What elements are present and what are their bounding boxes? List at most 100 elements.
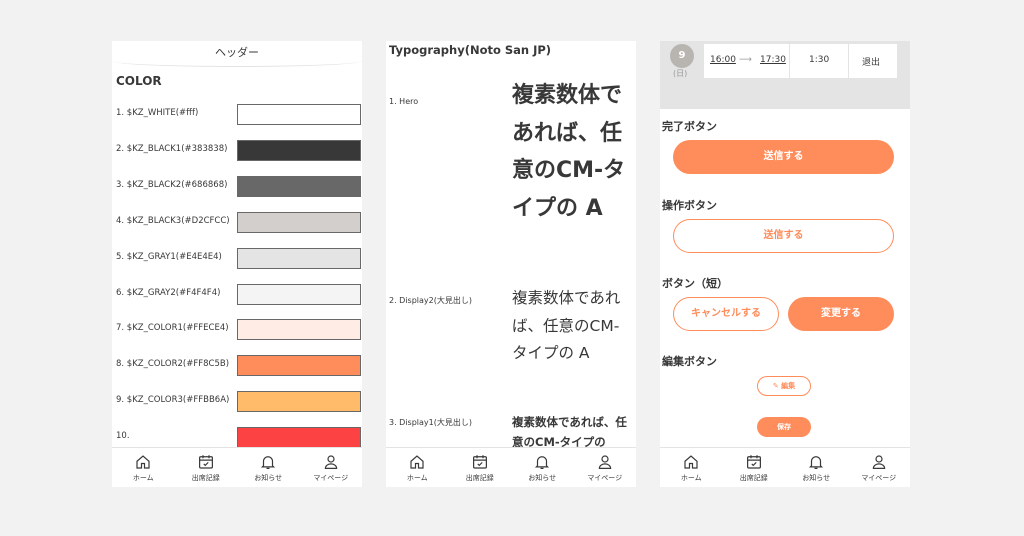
bottom-nav: ホーム 出席記録 お知らせ マイページ — [112, 447, 362, 487]
swatch-color-box — [237, 391, 361, 412]
buttons-screen: 9 (日) 16:00 ⟶ 17:30 1:30 退出 完了ボタン 送信する 操… — [660, 41, 910, 487]
section-title: COLOR — [116, 74, 162, 88]
nav-label: 出席記録 — [739, 473, 768, 482]
operation-section-label: 操作ボタン — [662, 199, 717, 212]
nav-item-bell[interactable]: お知らせ — [785, 448, 848, 487]
cancel-button[interactable]: キャンセルする — [673, 297, 779, 331]
bell-icon — [259, 453, 277, 471]
swatch-color-box — [237, 427, 361, 448]
nav-label: ホーム — [406, 473, 428, 482]
complete-section-label: 完了ボタン — [662, 120, 717, 133]
exit-label: 退出 — [862, 58, 881, 68]
swatch-row: 8. $KZ_COLOR2(#FF8C5B) — [116, 355, 362, 377]
swatch-label: 2. $KZ_BLACK1(#383838) — [116, 144, 228, 154]
swatch-color-box — [237, 140, 361, 161]
calendar-icon — [197, 453, 215, 471]
nav-item-home[interactable]: ホーム — [660, 448, 723, 487]
swatch-color-box — [237, 355, 361, 376]
operation-submit-button[interactable]: 送信する — [673, 219, 894, 253]
change-button[interactable]: 変更する — [788, 297, 894, 331]
swatch-label: 6. $KZ_GRAY2(#F4F4F4) — [116, 288, 221, 298]
nav-item-calendar[interactable]: 出席記録 — [449, 448, 512, 487]
time-card: 16:00 ⟶ 17:30 1:30 退出 — [704, 44, 897, 78]
swatch-color-box — [237, 248, 361, 269]
nav-item-bell[interactable]: お知らせ — [237, 448, 300, 487]
swatch-color-box — [237, 104, 361, 125]
nav-item-bell[interactable]: お知らせ — [511, 448, 574, 487]
start-time[interactable]: 16:00 — [710, 55, 736, 65]
swatch-row: 9. $KZ_COLOR3(#FFBB6A) — [116, 391, 362, 413]
complete-submit-button[interactable]: 送信する — [673, 140, 894, 174]
calendar-icon — [471, 453, 489, 471]
divider — [848, 44, 849, 78]
attendance-row: 9 (日) 16:00 ⟶ 17:30 1:30 退出 — [660, 41, 910, 109]
divider — [789, 44, 790, 78]
swatch-color-box — [237, 319, 361, 340]
nav-label: 出席記録 — [465, 473, 494, 482]
swatch-row: 7. $KZ_COLOR1(#FFECE4) — [116, 319, 362, 341]
bell-icon — [533, 453, 551, 471]
person-icon — [596, 453, 614, 471]
nav-label: 出席記録 — [191, 473, 220, 482]
swatch-color-box — [237, 284, 361, 305]
display1-sample: 複素数体であれば、任意のCM-タイプの — [512, 415, 627, 449]
nav-label: マイページ — [313, 473, 349, 482]
swatch-row: 2. $KZ_BLACK1(#383838) — [116, 140, 362, 162]
day-number: 9 — [670, 44, 694, 68]
edit-section-label: 編集ボタン — [662, 355, 717, 368]
short-section-label: ボタン（短） — [662, 277, 728, 290]
bottom-nav: ホーム 出席記録 お知らせ マイページ — [386, 447, 636, 487]
swatch-label: 1. $KZ_WHITE(#fff) — [116, 108, 199, 118]
pencil-icon: ✎ — [772, 382, 782, 390]
nav-item-person[interactable]: マイページ — [848, 448, 911, 487]
section-title: Typography(Noto San JP) — [389, 43, 552, 57]
person-icon — [870, 453, 888, 471]
nav-label: マイページ — [861, 473, 897, 482]
hero-sample: 複素数体であれば、任意のCM-タイプの A — [512, 83, 626, 221]
bottom-nav: ホーム 出席記録 お知らせ マイページ — [660, 447, 910, 487]
nav-label: お知らせ — [802, 473, 831, 482]
calendar-icon — [745, 453, 763, 471]
save-button[interactable]: 保存 — [757, 417, 811, 437]
color-palette-screen: ヘッダー COLOR 1. $KZ_WHITE(#fff) 2. $KZ_BLAC… — [112, 41, 362, 487]
header: ヘッダー — [112, 41, 362, 67]
display2-label: 2. Display2(大見出し) — [389, 296, 472, 305]
swatch-row: 6. $KZ_GRAY2(#F4F4F4) — [116, 284, 362, 306]
swatch-row: 1. $KZ_WHITE(#fff) — [116, 104, 362, 126]
nav-item-person[interactable]: マイページ — [300, 448, 363, 487]
typography-screen: Typography(Noto San JP) 1. Hero 複素数体であれば… — [386, 41, 636, 487]
nav-label: お知らせ — [254, 473, 283, 482]
swatch-label: 4. $KZ_BLACK3(#D2CFCC) — [116, 216, 230, 226]
swatch-label: 5. $KZ_GRAY1(#E4E4E4) — [116, 252, 222, 262]
display1-label: 3. Display1(大見出し) — [389, 418, 472, 427]
edit-button[interactable]: ✎ 編集 — [757, 376, 811, 396]
bell-icon — [807, 453, 825, 471]
swatch-row: 5. $KZ_GRAY1(#E4E4E4) — [116, 248, 362, 270]
home-icon — [408, 453, 426, 471]
nav-item-calendar[interactable]: 出席記録 — [723, 448, 786, 487]
display2-sample: 複素数体であれば、任意のCM-タイプの A — [512, 289, 621, 362]
swatch-row: 3. $KZ_BLACK2(#686868) — [116, 176, 362, 198]
swatch-row: 4. $KZ_BLACK3(#D2CFCC) — [116, 212, 362, 234]
nav-item-home[interactable]: ホーム — [386, 448, 449, 487]
swatch-label: 8. $KZ_COLOR2(#FF8C5B) — [116, 359, 230, 369]
swatch-label: 3. $KZ_BLACK2(#686868) — [116, 180, 228, 190]
day-of-week: (日) — [673, 69, 688, 78]
swatch-label: 10. — [116, 431, 130, 441]
swatch-color-box — [237, 176, 361, 197]
swatch-color-box — [237, 212, 361, 233]
end-time[interactable]: 17:30 — [760, 55, 786, 65]
person-icon — [322, 453, 340, 471]
arrow-icon: ⟶ — [739, 55, 752, 65]
swatch-row: 10. — [116, 427, 362, 449]
nav-label: お知らせ — [528, 473, 557, 482]
nav-label: マイページ — [587, 473, 623, 482]
home-icon — [682, 453, 700, 471]
swatch-label: 7. $KZ_COLOR1(#FFECE4) — [116, 323, 229, 333]
duration: 1:30 — [809, 55, 830, 65]
nav-item-home[interactable]: ホーム — [112, 448, 175, 487]
edit-button-label: 編集 — [781, 382, 796, 390]
nav-item-calendar[interactable]: 出席記録 — [175, 448, 238, 487]
nav-item-person[interactable]: マイページ — [574, 448, 637, 487]
home-icon — [134, 453, 152, 471]
